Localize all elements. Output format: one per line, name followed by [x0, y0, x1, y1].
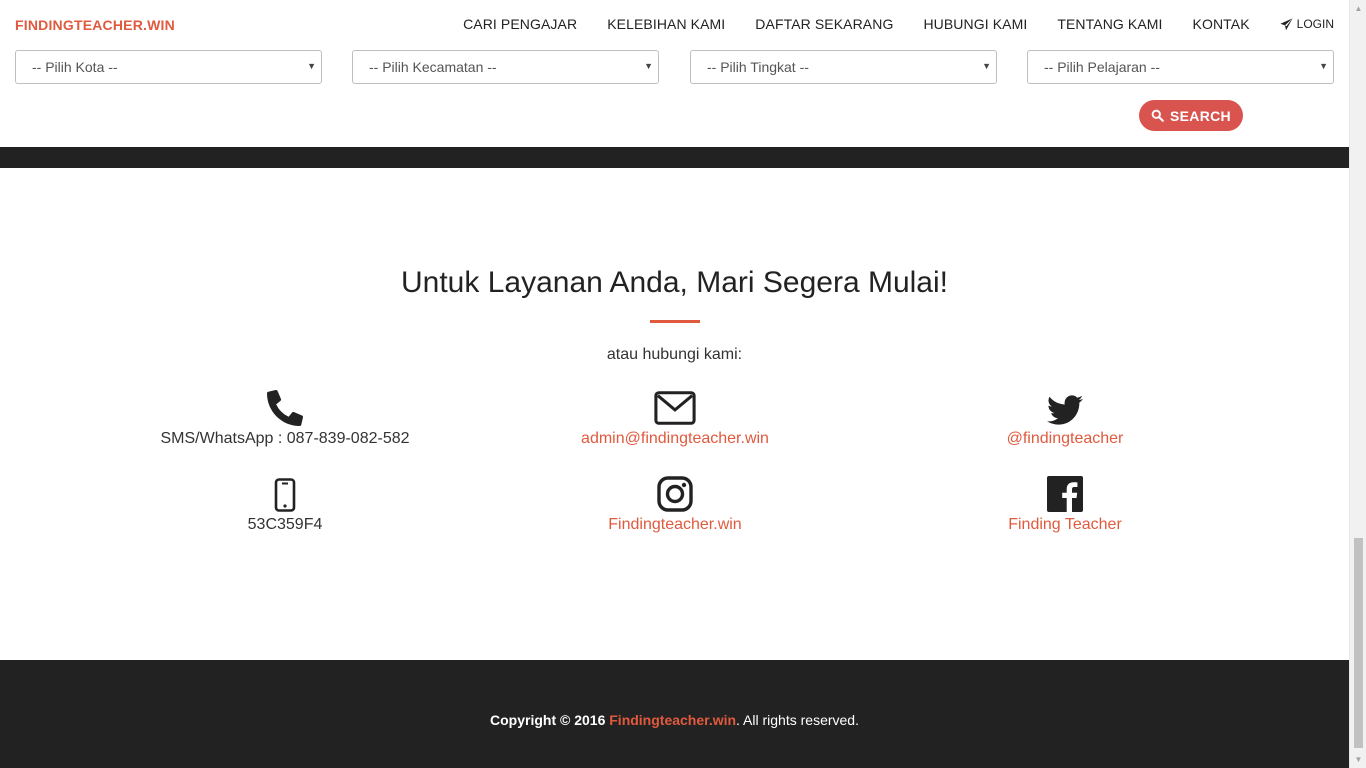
chevron-down-icon: ▼	[644, 61, 653, 71]
contact-title: Untuk Layanan Anda, Mari Segera Mulai!	[401, 266, 948, 299]
contact-twitter: @findingteacher	[910, 388, 1220, 448]
section-divider-band	[0, 147, 1349, 168]
facebook-icon	[1047, 476, 1083, 512]
email-link[interactable]: admin@findingteacher.win	[520, 430, 830, 448]
search-button-label: SEARCH	[1170, 107, 1231, 124]
contact-email: admin@findingteacher.win	[520, 388, 830, 448]
nav-kontak[interactable]: KONTAK	[1193, 16, 1250, 32]
pelajaran-select[interactable]: -- Pilih Pelajaran -- ▼	[1027, 50, 1334, 84]
instagram-icon	[657, 476, 693, 512]
kota-select[interactable]: -- Pilih Kota -- ▼	[15, 50, 322, 84]
search-icon	[1151, 109, 1164, 122]
facebook-link[interactable]: Finding Teacher	[910, 516, 1220, 534]
title-underline	[650, 320, 700, 323]
kecamatan-select-value: -- Pilih Kecamatan --	[369, 59, 497, 75]
chevron-down-icon: ▼	[982, 61, 991, 71]
nav-kelebihan-kami[interactable]: KELEBIHAN KAMI	[607, 16, 725, 32]
copyright-suffix: . All rights reserved.	[736, 712, 859, 728]
scroll-up-arrow-icon[interactable]: ▲	[1350, 0, 1366, 17]
twitter-icon	[1047, 395, 1083, 425]
brand-link[interactable]: FINDINGTEACHER.WIN	[15, 17, 175, 33]
navbar: FINDINGTEACHER.WIN CARI PENGAJAR KELEBIH…	[0, 0, 1349, 48]
chevron-down-icon: ▼	[1319, 61, 1328, 71]
envelope-icon	[654, 391, 696, 425]
nav-cari-pengajar[interactable]: CARI PENGAJAR	[463, 16, 577, 32]
contact-facebook: Finding Teacher	[910, 474, 1220, 534]
kota-select-value: -- Pilih Kota --	[32, 59, 118, 75]
contact-subtitle: atau hubungi kami:	[606, 346, 743, 363]
footer: Copyright © 2016 Findingteacher.win. All…	[0, 660, 1349, 768]
copyright-prefix: Copyright © 2016	[490, 712, 606, 728]
nav-hubungi-kami[interactable]: HUBUNGI KAMI	[923, 16, 1027, 32]
pelajaran-select-value: -- Pilih Pelajaran --	[1044, 59, 1160, 75]
pin-text: 53C359F4	[247, 516, 323, 533]
contact-instagram: Findingteacher.win	[520, 474, 830, 534]
tingkat-select[interactable]: -- Pilih Tingkat -- ▼	[690, 50, 997, 84]
send-icon	[1280, 17, 1293, 30]
search-filters: -- Pilih Kota -- ▼ -- Pilih Kecamatan --…	[15, 50, 1334, 84]
nav-tentang-kami[interactable]: TENTANG KAMI	[1057, 16, 1162, 32]
scrollbar-thumb[interactable]	[1354, 538, 1363, 748]
instagram-link[interactable]: Findingteacher.win	[520, 516, 830, 534]
mobile-icon	[274, 478, 296, 512]
contact-phone: SMS/WhatsApp : 087-839-082-582	[130, 388, 440, 448]
phone-icon	[267, 390, 303, 426]
phone-text: SMS/WhatsApp : 087-839-082-582	[160, 430, 410, 447]
chevron-down-icon: ▼	[307, 61, 316, 71]
copyright-text: Copyright © 2016 Findingteacher.win. All…	[0, 712, 1349, 728]
scroll-down-arrow-icon[interactable]: ▼	[1350, 751, 1366, 768]
login-label: LOGIN	[1296, 17, 1334, 31]
login-button[interactable]: LOGIN	[1280, 17, 1334, 31]
tingkat-select-value: -- Pilih Tingkat --	[707, 59, 809, 75]
page: FINDINGTEACHER.WIN CARI PENGAJAR KELEBIH…	[0, 0, 1349, 768]
nav-links: CARI PENGAJAR KELEBIHAN KAMI DAFTAR SEKA…	[433, 16, 1334, 32]
search-button[interactable]: SEARCH	[1139, 100, 1243, 131]
kecamatan-select[interactable]: -- Pilih Kecamatan -- ▼	[352, 50, 659, 84]
nav-daftar-sekarang[interactable]: DAFTAR SEKARANG	[755, 16, 893, 32]
twitter-link[interactable]: @findingteacher	[910, 430, 1220, 448]
vertical-scrollbar[interactable]: ▲ ▼	[1349, 0, 1366, 768]
contact-pin: 53C359F4	[130, 474, 440, 534]
footer-brand-link[interactable]: Findingteacher.win	[609, 712, 736, 728]
